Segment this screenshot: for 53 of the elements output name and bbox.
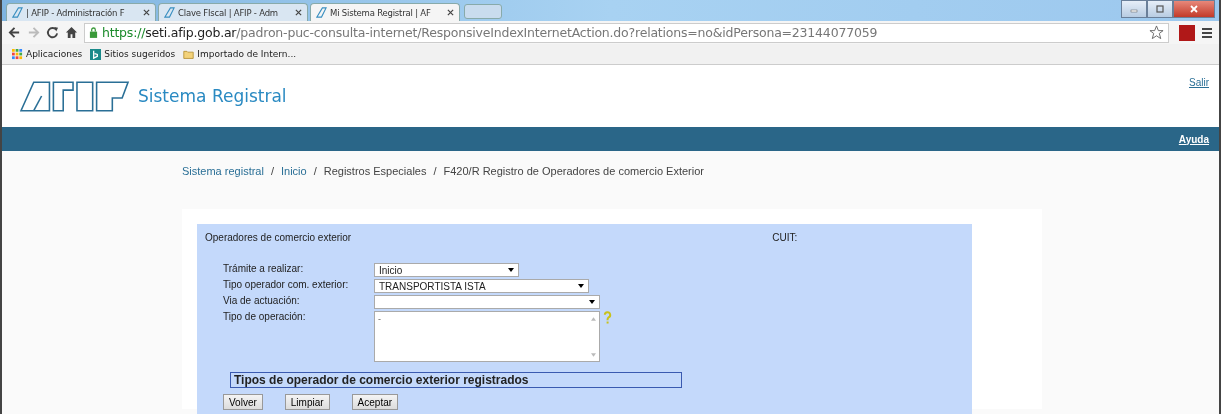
- breadcrumb-separator: /: [270, 165, 274, 179]
- breadcrumb-separator: /: [433, 165, 437, 179]
- breadcrumb-item: F420/R Registro de Operadores de comercio Exterior: [443, 165, 704, 179]
- site-icon: [90, 48, 102, 60]
- browser-tab[interactable]: | AFIP - Administración F: [6, 3, 156, 21]
- close-icon[interactable]: [295, 9, 302, 16]
- url-text: https://seti.afip.gob.ar/padron-puc-consulta-internet/ResponsiveIndexInternetAction.do?relations=no&idPersona=23144077059: [102, 25, 879, 40]
- close-icon[interactable]: [447, 9, 454, 16]
- cuit-label: CUIT:: [772, 232, 798, 243]
- breadcrumb-link[interactable]: Sistema registral: [182, 165, 264, 181]
- extension-icon[interactable]: [1179, 24, 1195, 41]
- caret-icon: [578, 284, 584, 288]
- field-label: Via de actuación:: [223, 295, 301, 306]
- lock-icon: [89, 27, 98, 38]
- reload-icon[interactable]: [46, 26, 59, 39]
- browser-tab[interactable]: Mi Sistema Registral | AF: [310, 3, 460, 21]
- field-label: Tipo de operación:: [223, 311, 307, 322]
- field-label: Trámite a realizar:: [223, 263, 305, 274]
- back-icon[interactable]: [8, 26, 21, 39]
- close-icon: [1189, 4, 1199, 14]
- bookmark[interactable]: Sitios sugeridos: [90, 48, 176, 60]
- minimize-button[interactable]: [1121, 0, 1147, 18]
- help-link[interactable]: Ayuda: [1178, 133, 1209, 145]
- logout-link[interactable]: Salir: [1189, 77, 1209, 88]
- home-icon[interactable]: [65, 26, 78, 39]
- section-heading: Tipos de operador de comercio exterior registrados: [230, 372, 682, 388]
- close-window-button[interactable]: [1173, 0, 1215, 18]
- address-bar[interactable]: https://seti.afip.gob.ar/padron-puc-consulta-internet/ResponsiveIndexInternetAction.do?relations=no&idPersona=23144077059: [84, 22, 1169, 43]
- close-icon[interactable]: [143, 9, 150, 16]
- breadcrumb-link[interactable]: Inicio: [281, 165, 307, 181]
- form-button[interactable]: Limpiar: [284, 394, 330, 410]
- form-button[interactable]: Aceptar: [351, 394, 399, 410]
- dropdown[interactable]: TRANSPORTISTA ISTA: [374, 279, 589, 293]
- menu-icon[interactable]: [1201, 26, 1213, 39]
- dropdown[interactable]: [374, 295, 600, 309]
- star-icon[interactable]: [1149, 25, 1164, 40]
- logo-icon: [20, 80, 130, 112]
- browser-tab[interactable]: Clave FIscal | AFIP - Adm: [158, 3, 308, 21]
- form-title: Operadores de comercio exterior: [205, 232, 352, 243]
- bookmark[interactable]: Aplicaciones: [12, 48, 83, 60]
- maximize-icon: [1155, 4, 1165, 14]
- caret-icon: [589, 300, 595, 304]
- form-button[interactable]: Volver: [223, 394, 263, 410]
- caret-icon: [508, 268, 514, 272]
- maximize-button[interactable]: [1147, 0, 1173, 18]
- bookmark[interactable]: Importado de Intern...: [183, 48, 297, 60]
- apps-grid-icon: [12, 48, 23, 60]
- breadcrumb-separator: /: [313, 165, 317, 179]
- dropdown[interactable]: Inicio: [374, 263, 519, 277]
- field-label: Tipo operador com. exterior:: [223, 279, 350, 290]
- folder-icon: [183, 48, 195, 60]
- breadcrumb-item: Registros Especiales: [323, 165, 427, 179]
- app-title: Sistema Registral: [138, 86, 287, 106]
